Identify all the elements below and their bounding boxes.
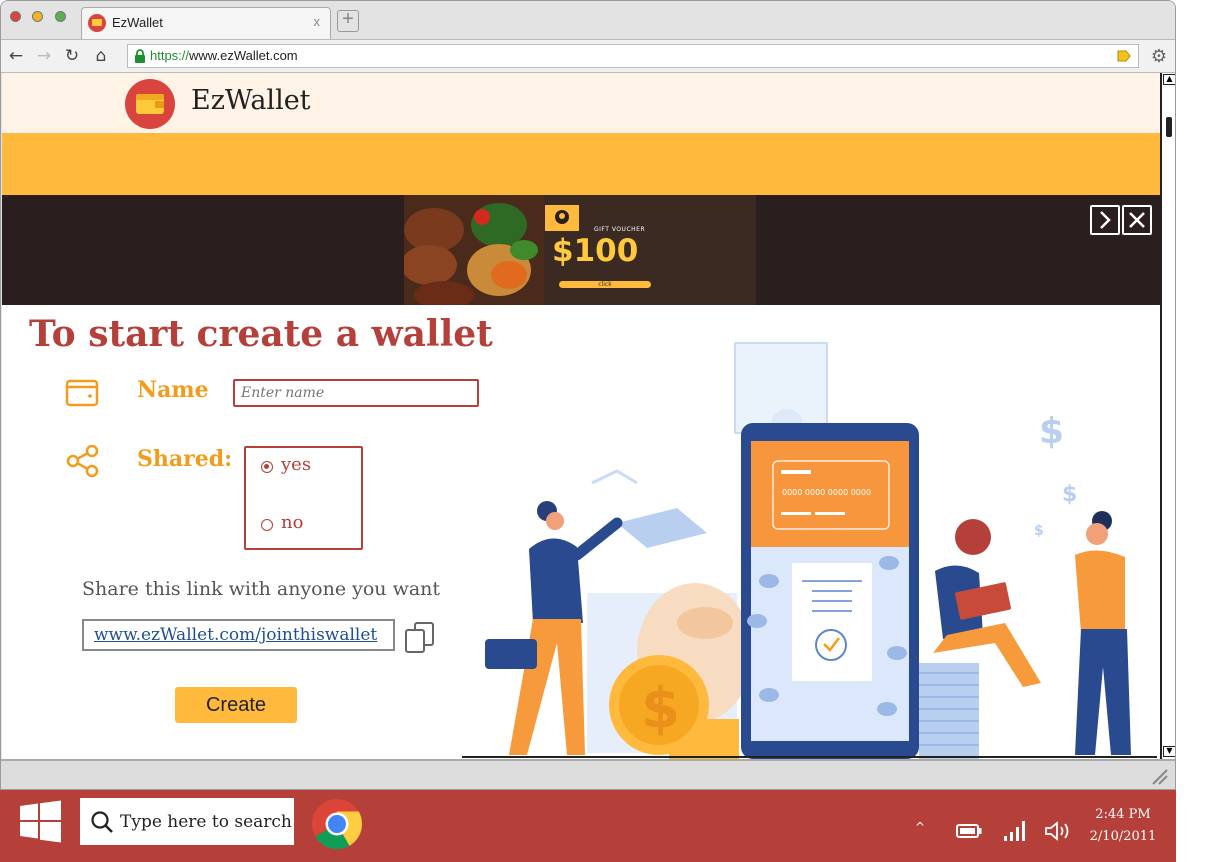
shared-no-label[interactable]: no — [281, 512, 303, 533]
coin-dollar-icon: $ — [641, 676, 680, 741]
page-title: To start create a wallet — [29, 313, 493, 355]
vertical-scrollbar[interactable]: ▲ ▼ — [1160, 73, 1175, 759]
signal-icon[interactable] — [1003, 820, 1029, 842]
page-viewport: EzWallet GIFT VOUCHER $100 click To star… — [2, 73, 1160, 759]
food-photo-icon — [404, 195, 544, 305]
battery-icon[interactable] — [956, 824, 982, 838]
ad-banner: GIFT VOUCHER $100 click — [2, 195, 1160, 305]
volume-icon[interactable] — [1044, 821, 1072, 841]
taskbar-search-text: Type here to search — [120, 812, 292, 832]
maximize-window-button[interactable] — [55, 11, 66, 22]
settings-icon[interactable]: ⚙ — [1151, 46, 1167, 67]
wallet-icon — [65, 379, 99, 407]
ad-click-button[interactable]: click — [559, 281, 651, 288]
status-bar — [1, 759, 1175, 789]
taskbar-search-box[interactable]: Type here to search — [80, 798, 294, 845]
ad-next-button[interactable] — [1090, 205, 1120, 235]
share-link-field[interactable]: www.ezWallet.com/jointhiswallet — [82, 619, 395, 651]
taskbar: Type here to search ^ 2:44 PM 2/10/2011 — [0, 790, 1176, 862]
url-text: https://www.ezWallet.com — [150, 48, 298, 63]
resize-grip-icon[interactable] — [1149, 766, 1169, 786]
url-scheme: https:// — [150, 48, 190, 63]
url-bar[interactable]: https://www.ezWallet.com — [127, 44, 1139, 68]
lock-icon — [135, 49, 145, 63]
shared-label: Shared: — [137, 446, 233, 472]
home-icon[interactable]: ⌂ — [90, 45, 112, 67]
shared-no-radio[interactable] — [261, 519, 273, 531]
system-clock[interactable]: 2:44 PM 2/10/2011 — [1088, 804, 1158, 848]
minimize-window-button[interactable] — [32, 11, 43, 22]
share-instructions: Share this link with anyone you want — [82, 578, 441, 600]
shared-yes-radio[interactable] — [261, 461, 273, 473]
wallet-favicon-icon — [88, 14, 106, 32]
address-toolbar: ← → ↻ ⌂ https://www.ezWallet.com ⚙ — [1, 39, 1175, 73]
browser-tab[interactable]: EzWallet x — [81, 7, 331, 39]
ad-label: GIFT VOUCHER — [594, 226, 646, 233]
windows-icon[interactable] — [19, 800, 62, 843]
shared-yes-label[interactable]: yes — [281, 454, 311, 475]
tab-title: EzWallet — [112, 15, 163, 30]
dollar-sign-icon: $ — [1034, 523, 1044, 539]
title-bar: EzWallet x + — [1, 1, 1175, 39]
clock-time: 2:44 PM — [1095, 807, 1151, 822]
show-hidden-icons-button[interactable]: ^ — [915, 820, 925, 834]
close-window-button[interactable] — [10, 11, 21, 22]
bookmark-icon[interactable] — [1116, 48, 1132, 64]
browser-window: EzWallet x + ← → ↻ ⌂ https://www.ezWalle… — [0, 0, 1176, 790]
ad-amount: $100 — [552, 233, 639, 269]
forward-arrow-icon[interactable]: → — [33, 45, 55, 67]
tab-close-button[interactable]: x — [314, 14, 321, 29]
new-tab-button[interactable]: + — [337, 9, 359, 32]
name-input[interactable] — [233, 379, 479, 407]
reload-icon[interactable]: ↻ — [61, 45, 83, 67]
wallet-illustration: $ $ $ $ 0000 0000 0000 0000 — [462, 342, 1157, 759]
wallet-logo-icon[interactable] — [125, 79, 175, 129]
ad-close-button[interactable] — [1122, 205, 1152, 235]
chrome-icon[interactable] — [311, 798, 363, 850]
back-arrow-icon[interactable]: ← — [5, 45, 27, 67]
scroll-thumb[interactable] — [1166, 117, 1172, 137]
site-header: EzWallet — [2, 73, 1160, 133]
nav-band — [2, 133, 1160, 195]
search-icon — [91, 811, 113, 833]
clock-date: 2/10/2011 — [1089, 829, 1157, 844]
dollar-sign-icon: $ — [1062, 482, 1077, 507]
shared-radio-group: yes no — [244, 446, 363, 550]
create-button[interactable]: Create — [175, 687, 297, 723]
dollar-sign-icon: $ — [1039, 411, 1064, 452]
name-label: Name — [137, 377, 209, 403]
url-host: www.ezWallet.com — [189, 48, 298, 63]
scroll-down-icon[interactable]: ▼ — [1163, 746, 1175, 757]
copy-icon[interactable] — [403, 621, 437, 653]
ad-image[interactable]: GIFT VOUCHER $100 click — [404, 195, 756, 305]
scroll-up-icon[interactable]: ▲ — [1163, 74, 1175, 85]
share-icon — [66, 445, 99, 477]
share-link[interactable]: www.ezWallet.com/jointhiswallet — [94, 625, 377, 645]
voucher-pin-icon — [545, 205, 579, 231]
card-number-text: 0000 0000 0000 0000 — [782, 488, 871, 497]
brand-name[interactable]: EzWallet — [191, 85, 311, 116]
